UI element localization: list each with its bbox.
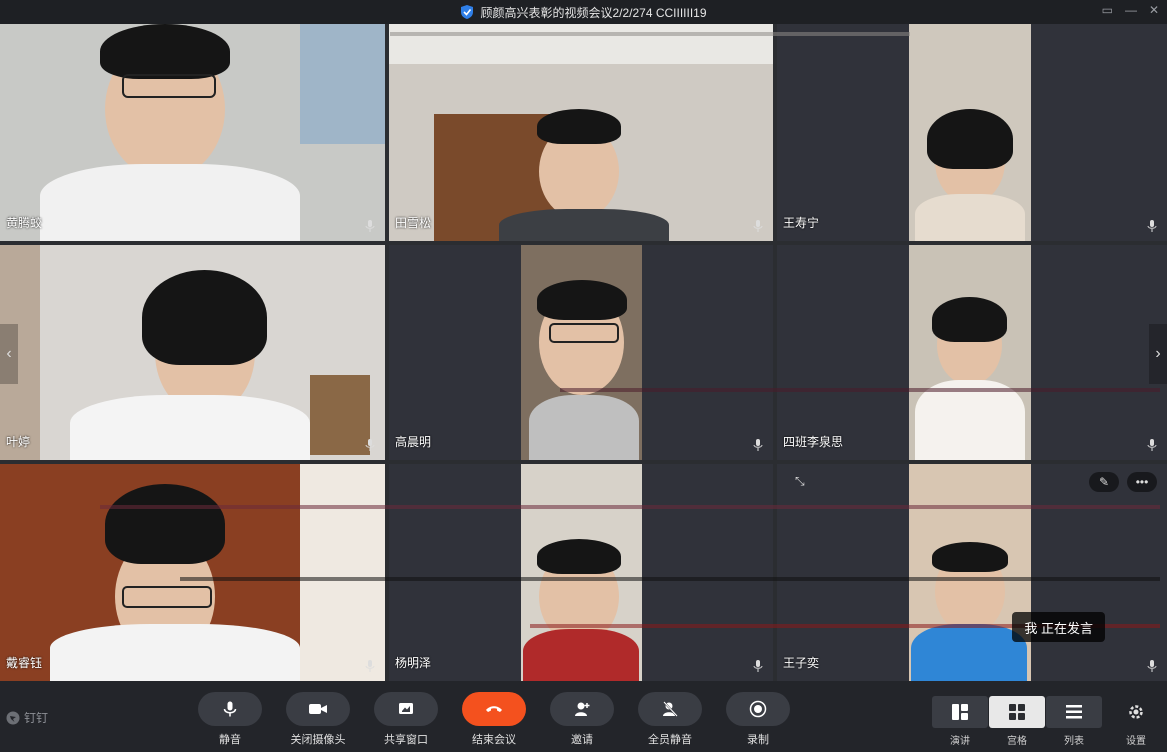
speaking-toast: 我 正在发言 xyxy=(1012,612,1105,642)
participant-name: 四班李泉思 xyxy=(783,435,844,449)
microphone-icon xyxy=(1147,220,1157,232)
participant-video xyxy=(0,464,385,681)
participant-name: 王子奕 xyxy=(783,656,820,670)
video-grid: 黄腾蛟 田雪松 王寿宁 叶婷 高晨明 四班李泉思 戴睿钰 杨明泽 王子奕 ✎ •… xyxy=(0,24,1167,681)
record-icon xyxy=(749,700,767,718)
share-window-label: 共享窗口 xyxy=(384,734,428,746)
shield-icon xyxy=(460,4,474,20)
video-tile[interactable]: 四班李泉思 xyxy=(777,245,1167,460)
microphone-icon xyxy=(365,660,375,672)
invite-button[interactable] xyxy=(550,692,614,726)
mic-off-icon[interactable]: ✎ xyxy=(1089,472,1119,492)
more-options-icon[interactable]: ••• xyxy=(1127,472,1157,492)
gear-icon xyxy=(1129,705,1143,719)
speaker-view-icon xyxy=(952,704,968,720)
dingtalk-logo-icon xyxy=(6,711,20,724)
participant-video xyxy=(777,245,1167,460)
window-title: 顾颜高兴表彰的视频会议2/2/274 CCIIIIII19 xyxy=(480,5,707,20)
participant-video xyxy=(0,245,385,460)
video-tile[interactable]: 杨明泽 xyxy=(389,464,773,681)
brand: 钉钉 xyxy=(6,709,48,726)
participant-name: 黄腾蛟 xyxy=(6,216,43,230)
participant-name: 叶婷 xyxy=(6,435,31,449)
share-window-button[interactable] xyxy=(374,692,438,726)
participant-video xyxy=(777,24,1167,241)
speaker-view-button[interactable] xyxy=(932,696,988,728)
microphone-icon xyxy=(753,220,763,232)
minimize-button[interactable]: — xyxy=(1125,3,1137,17)
restore-button[interactable]: ▭ xyxy=(1102,3,1113,17)
grid-view-button[interactable] xyxy=(989,696,1045,728)
list-view-button[interactable] xyxy=(1046,696,1102,728)
participant-video xyxy=(389,245,773,460)
video-artifact xyxy=(560,388,1160,392)
record-button[interactable] xyxy=(726,692,790,726)
video-tile[interactable]: 王子奕 ✎ ••• ⤡ xyxy=(777,464,1167,681)
microphone-icon xyxy=(753,439,763,451)
participant-video xyxy=(389,24,773,241)
hangup-icon xyxy=(486,706,502,712)
grid-view-label: 宫格 xyxy=(1007,736,1027,747)
mute-all-label: 全员静音 xyxy=(648,734,692,746)
share-window-icon xyxy=(399,703,413,714)
expand-icon[interactable]: ⤡ xyxy=(795,474,805,489)
video-tile[interactable]: 叶婷 xyxy=(0,245,385,460)
participant-video xyxy=(389,464,773,681)
participant-name: 高晨明 xyxy=(395,435,432,449)
settings-label: 设置 xyxy=(1126,736,1146,747)
title-bar: 顾颜高兴表彰的视频会议2/2/274 CCIIIIII19 ▭ — ✕ xyxy=(0,0,1167,24)
mute-button[interactable] xyxy=(198,692,262,726)
participant-video xyxy=(0,24,385,241)
participant-name: 戴睿钰 xyxy=(6,656,43,670)
close-button[interactable]: ✕ xyxy=(1149,3,1159,17)
video-artifact xyxy=(100,505,1160,509)
previous-page-arrow[interactable]: ‹ xyxy=(0,324,18,384)
speaker-view-label: 演讲 xyxy=(950,736,970,747)
next-page-arrow[interactable]: › xyxy=(1149,324,1167,384)
video-artifact xyxy=(180,577,1160,581)
invite-icon xyxy=(575,702,590,716)
participant-video xyxy=(777,464,1167,681)
camera-icon xyxy=(309,704,327,714)
video-tile[interactable]: 王寿宁 xyxy=(777,24,1167,241)
mute-all-icon xyxy=(663,701,678,717)
camera-button[interactable] xyxy=(286,692,350,726)
invite-label: 邀请 xyxy=(571,734,593,746)
microphone-icon xyxy=(223,701,237,717)
video-tile[interactable]: 戴睿钰 xyxy=(0,464,385,681)
participant-name: 田雪松 xyxy=(395,216,432,230)
participant-name: 王寿宁 xyxy=(783,216,820,230)
window-controls: ▭ — ✕ xyxy=(1102,3,1159,17)
video-artifact xyxy=(390,32,910,36)
end-meeting-label: 结束会议 xyxy=(472,734,516,746)
microphone-icon xyxy=(365,439,375,451)
microphone-icon xyxy=(1147,439,1157,451)
mute-all-button[interactable] xyxy=(638,692,702,726)
participant-name: 杨明泽 xyxy=(395,656,432,670)
microphone-icon xyxy=(365,220,375,232)
title-group: 顾颜高兴表彰的视频会议2/2/274 CCIIIIII19 xyxy=(460,4,707,21)
microphone-icon xyxy=(753,660,763,672)
brand-label: 钉钉 xyxy=(24,711,49,725)
camera-label: 关闭摄像头 xyxy=(290,734,346,746)
list-view-icon xyxy=(1066,705,1082,719)
list-view-label: 列表 xyxy=(1064,736,1084,747)
record-label: 录制 xyxy=(747,734,769,746)
video-tile[interactable]: 黄腾蛟 xyxy=(0,24,385,241)
meeting-toolbar: 钉钉 静音 关闭摄像头 共享窗口 结束会议 邀请 全员静音 录制 演讲 宫格 列… xyxy=(0,681,1167,752)
settings-button[interactable] xyxy=(1108,696,1164,728)
end-meeting-button[interactable] xyxy=(462,692,526,726)
video-tile[interactable]: 高晨明 xyxy=(389,245,773,460)
video-tile[interactable]: 田雪松 xyxy=(389,24,773,241)
grid-view-icon xyxy=(1009,704,1025,720)
tile-tools: ✎ ••• xyxy=(1089,472,1157,492)
microphone-icon xyxy=(1147,660,1157,672)
mute-label: 静音 xyxy=(219,734,241,746)
